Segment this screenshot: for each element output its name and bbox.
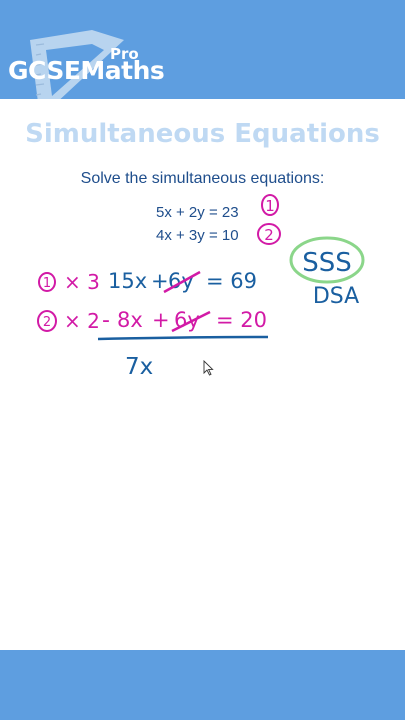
equation-2-label: 2 — [264, 226, 274, 244]
step2-marker-circle — [37, 310, 57, 332]
step1-equals: = 69 — [206, 269, 257, 293]
logo-maths: Maths — [80, 56, 165, 85]
equation-1: 5x + 2y = 23 — [156, 204, 239, 221]
top-banner: Pro GCSEMaths — [0, 0, 405, 99]
step1-cancel-line — [163, 270, 201, 294]
logo-gcse: GCSE — [8, 56, 81, 85]
equation-2: 4x + 3y = 10 — [156, 227, 239, 244]
step2-term2: 6y — [174, 308, 200, 332]
step2-minus: - — [102, 308, 110, 333]
page-title: Simultaneous Equations — [25, 119, 380, 149]
equation-1-circle — [261, 194, 279, 216]
logo-wordmark: GCSEMaths — [8, 56, 165, 85]
bottom-banner — [0, 650, 405, 720]
mnemonic-dsa: DSA — [313, 284, 359, 309]
step1-term1: 15x — [108, 269, 147, 293]
mnemonic-circle — [289, 236, 365, 284]
mnemonic-sss: SSS — [302, 248, 352, 278]
step1-marker-circle — [38, 272, 56, 292]
step2-cancel-line — [171, 310, 211, 333]
step1-term2: 6y — [168, 269, 194, 293]
equation-2-circle — [257, 223, 281, 245]
step2-equals: = 20 — [216, 308, 267, 332]
step1-plus: + — [151, 269, 169, 293]
subtraction-underline — [97, 335, 269, 341]
mouse-pointer-icon — [203, 360, 214, 376]
question-instruction: Solve the simultaneous equations: — [80, 170, 325, 187]
equation-1-label: 1 — [265, 197, 275, 215]
step2-marker: 2 — [43, 315, 51, 330]
step1-marker: 1 — [43, 276, 51, 291]
step1-multiplier: × 3 — [64, 270, 100, 294]
step2-term1: 8x — [117, 308, 143, 332]
result-partial: 7x — [125, 354, 153, 380]
step2-multiplier: × 2 — [64, 309, 100, 333]
step2-plus: + — [152, 308, 170, 332]
